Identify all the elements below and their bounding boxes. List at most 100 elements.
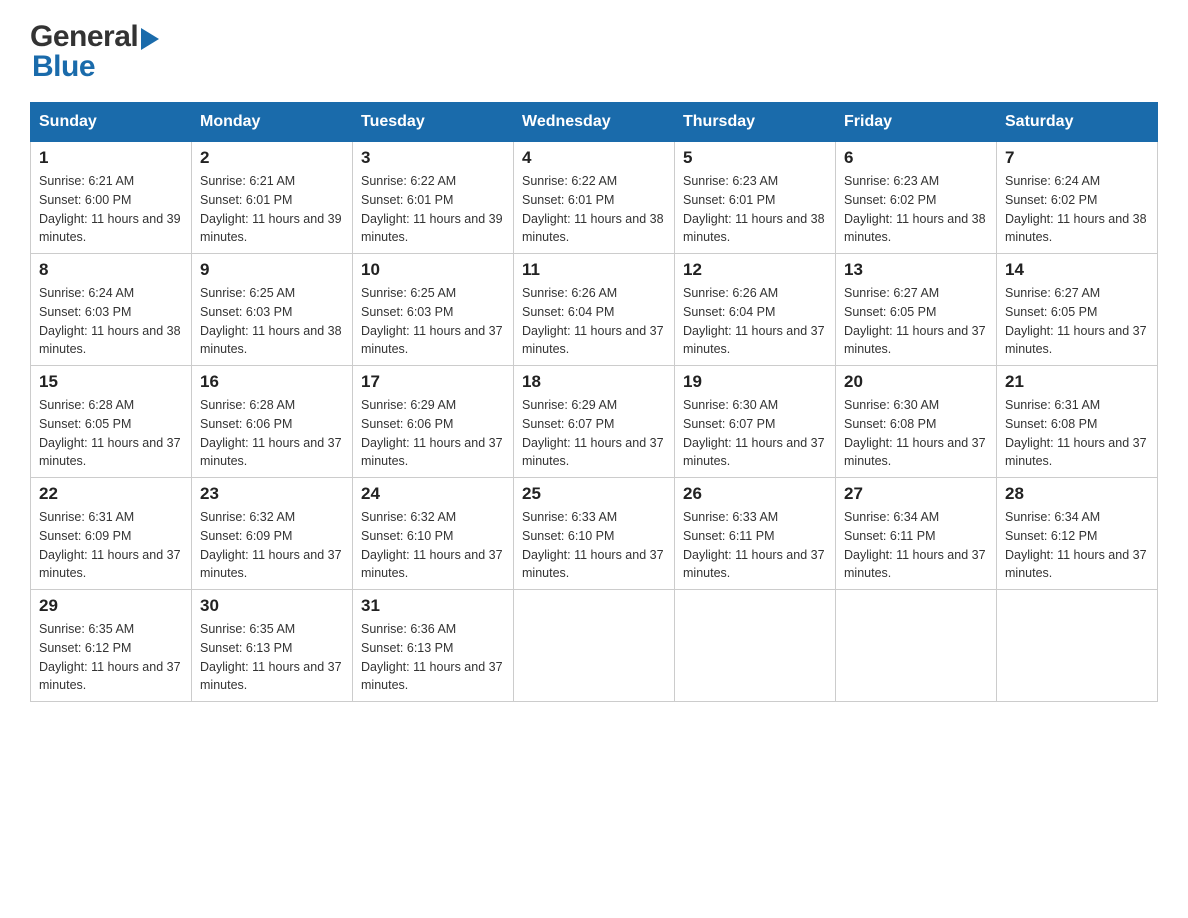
day-number: 4	[522, 148, 666, 168]
day-number: 8	[39, 260, 183, 280]
calendar-cell: 15 Sunrise: 6:28 AMSunset: 6:05 PMDaylig…	[31, 366, 192, 478]
day-number: 23	[200, 484, 344, 504]
day-info: Sunrise: 6:24 AMSunset: 6:02 PMDaylight:…	[1005, 174, 1147, 244]
calendar-cell: 4 Sunrise: 6:22 AMSunset: 6:01 PMDayligh…	[514, 142, 675, 254]
logo-general-text: General	[30, 20, 138, 54]
day-info: Sunrise: 6:27 AMSunset: 6:05 PMDaylight:…	[844, 286, 986, 356]
calendar-cell	[675, 590, 836, 702]
calendar-cell: 28 Sunrise: 6:34 AMSunset: 6:12 PMDaylig…	[997, 478, 1158, 590]
day-info: Sunrise: 6:28 AMSunset: 6:06 PMDaylight:…	[200, 398, 342, 468]
day-info: Sunrise: 6:29 AMSunset: 6:06 PMDaylight:…	[361, 398, 503, 468]
calendar-cell	[997, 590, 1158, 702]
day-info: Sunrise: 6:30 AMSunset: 6:08 PMDaylight:…	[844, 398, 986, 468]
day-number: 21	[1005, 372, 1149, 392]
day-info: Sunrise: 6:27 AMSunset: 6:05 PMDaylight:…	[1005, 286, 1147, 356]
header-friday: Friday	[836, 103, 997, 142]
calendar-table: SundayMondayTuesdayWednesdayThursdayFrid…	[30, 102, 1158, 702]
calendar-cell: 20 Sunrise: 6:30 AMSunset: 6:08 PMDaylig…	[836, 366, 997, 478]
day-info: Sunrise: 6:35 AMSunset: 6:12 PMDaylight:…	[39, 622, 181, 692]
day-info: Sunrise: 6:25 AMSunset: 6:03 PMDaylight:…	[200, 286, 342, 356]
day-number: 16	[200, 372, 344, 392]
calendar-cell: 22 Sunrise: 6:31 AMSunset: 6:09 PMDaylig…	[31, 478, 192, 590]
logo-triangle-icon	[141, 28, 159, 50]
calendar-header-row: SundayMondayTuesdayWednesdayThursdayFrid…	[31, 103, 1158, 142]
day-info: Sunrise: 6:34 AMSunset: 6:11 PMDaylight:…	[844, 510, 986, 580]
calendar-cell	[514, 590, 675, 702]
day-number: 31	[361, 596, 505, 616]
calendar-week-row: 8 Sunrise: 6:24 AMSunset: 6:03 PMDayligh…	[31, 254, 1158, 366]
calendar-cell: 23 Sunrise: 6:32 AMSunset: 6:09 PMDaylig…	[192, 478, 353, 590]
day-info: Sunrise: 6:25 AMSunset: 6:03 PMDaylight:…	[361, 286, 503, 356]
day-number: 20	[844, 372, 988, 392]
logo: General Blue	[30, 20, 159, 84]
day-number: 27	[844, 484, 988, 504]
calendar-cell: 30 Sunrise: 6:35 AMSunset: 6:13 PMDaylig…	[192, 590, 353, 702]
day-number: 9	[200, 260, 344, 280]
day-info: Sunrise: 6:29 AMSunset: 6:07 PMDaylight:…	[522, 398, 664, 468]
day-info: Sunrise: 6:34 AMSunset: 6:12 PMDaylight:…	[1005, 510, 1147, 580]
calendar-cell: 27 Sunrise: 6:34 AMSunset: 6:11 PMDaylig…	[836, 478, 997, 590]
day-number: 22	[39, 484, 183, 504]
calendar-cell: 7 Sunrise: 6:24 AMSunset: 6:02 PMDayligh…	[997, 142, 1158, 254]
calendar-cell: 29 Sunrise: 6:35 AMSunset: 6:12 PMDaylig…	[31, 590, 192, 702]
day-number: 18	[522, 372, 666, 392]
day-number: 30	[200, 596, 344, 616]
day-number: 12	[683, 260, 827, 280]
day-info: Sunrise: 6:23 AMSunset: 6:02 PMDaylight:…	[844, 174, 986, 244]
day-info: Sunrise: 6:35 AMSunset: 6:13 PMDaylight:…	[200, 622, 342, 692]
day-info: Sunrise: 6:32 AMSunset: 6:09 PMDaylight:…	[200, 510, 342, 580]
day-info: Sunrise: 6:30 AMSunset: 6:07 PMDaylight:…	[683, 398, 825, 468]
calendar-cell: 6 Sunrise: 6:23 AMSunset: 6:02 PMDayligh…	[836, 142, 997, 254]
calendar-cell: 10 Sunrise: 6:25 AMSunset: 6:03 PMDaylig…	[353, 254, 514, 366]
calendar-cell: 12 Sunrise: 6:26 AMSunset: 6:04 PMDaylig…	[675, 254, 836, 366]
day-number: 24	[361, 484, 505, 504]
calendar-cell: 13 Sunrise: 6:27 AMSunset: 6:05 PMDaylig…	[836, 254, 997, 366]
calendar-week-row: 22 Sunrise: 6:31 AMSunset: 6:09 PMDaylig…	[31, 478, 1158, 590]
day-number: 1	[39, 148, 183, 168]
calendar-cell: 3 Sunrise: 6:22 AMSunset: 6:01 PMDayligh…	[353, 142, 514, 254]
header-wednesday: Wednesday	[514, 103, 675, 142]
header-sunday: Sunday	[31, 103, 192, 142]
day-info: Sunrise: 6:24 AMSunset: 6:03 PMDaylight:…	[39, 286, 181, 356]
calendar-week-row: 15 Sunrise: 6:28 AMSunset: 6:05 PMDaylig…	[31, 366, 1158, 478]
calendar-cell: 25 Sunrise: 6:33 AMSunset: 6:10 PMDaylig…	[514, 478, 675, 590]
header-monday: Monday	[192, 103, 353, 142]
calendar-cell: 18 Sunrise: 6:29 AMSunset: 6:07 PMDaylig…	[514, 366, 675, 478]
calendar-cell: 8 Sunrise: 6:24 AMSunset: 6:03 PMDayligh…	[31, 254, 192, 366]
day-number: 6	[844, 148, 988, 168]
day-info: Sunrise: 6:32 AMSunset: 6:10 PMDaylight:…	[361, 510, 503, 580]
calendar-week-row: 1 Sunrise: 6:21 AMSunset: 6:00 PMDayligh…	[31, 142, 1158, 254]
day-info: Sunrise: 6:26 AMSunset: 6:04 PMDaylight:…	[522, 286, 664, 356]
calendar-cell: 24 Sunrise: 6:32 AMSunset: 6:10 PMDaylig…	[353, 478, 514, 590]
day-number: 2	[200, 148, 344, 168]
calendar-cell: 1 Sunrise: 6:21 AMSunset: 6:00 PMDayligh…	[31, 142, 192, 254]
day-info: Sunrise: 6:31 AMSunset: 6:09 PMDaylight:…	[39, 510, 181, 580]
calendar-cell: 21 Sunrise: 6:31 AMSunset: 6:08 PMDaylig…	[997, 366, 1158, 478]
day-number: 17	[361, 372, 505, 392]
day-number: 13	[844, 260, 988, 280]
calendar-cell: 9 Sunrise: 6:25 AMSunset: 6:03 PMDayligh…	[192, 254, 353, 366]
day-number: 15	[39, 372, 183, 392]
calendar-cell: 17 Sunrise: 6:29 AMSunset: 6:06 PMDaylig…	[353, 366, 514, 478]
header-saturday: Saturday	[997, 103, 1158, 142]
day-info: Sunrise: 6:31 AMSunset: 6:08 PMDaylight:…	[1005, 398, 1147, 468]
day-info: Sunrise: 6:26 AMSunset: 6:04 PMDaylight:…	[683, 286, 825, 356]
calendar-cell: 11 Sunrise: 6:26 AMSunset: 6:04 PMDaylig…	[514, 254, 675, 366]
day-number: 19	[683, 372, 827, 392]
calendar-cell: 5 Sunrise: 6:23 AMSunset: 6:01 PMDayligh…	[675, 142, 836, 254]
day-number: 10	[361, 260, 505, 280]
calendar-cell: 16 Sunrise: 6:28 AMSunset: 6:06 PMDaylig…	[192, 366, 353, 478]
day-info: Sunrise: 6:23 AMSunset: 6:01 PMDaylight:…	[683, 174, 825, 244]
calendar-cell	[836, 590, 997, 702]
day-info: Sunrise: 6:22 AMSunset: 6:01 PMDaylight:…	[361, 174, 503, 244]
day-info: Sunrise: 6:33 AMSunset: 6:10 PMDaylight:…	[522, 510, 664, 580]
day-info: Sunrise: 6:21 AMSunset: 6:00 PMDaylight:…	[39, 174, 181, 244]
calendar-cell: 31 Sunrise: 6:36 AMSunset: 6:13 PMDaylig…	[353, 590, 514, 702]
day-info: Sunrise: 6:28 AMSunset: 6:05 PMDaylight:…	[39, 398, 181, 468]
header-tuesday: Tuesday	[353, 103, 514, 142]
day-number: 26	[683, 484, 827, 504]
day-number: 7	[1005, 148, 1149, 168]
day-number: 3	[361, 148, 505, 168]
calendar-week-row: 29 Sunrise: 6:35 AMSunset: 6:12 PMDaylig…	[31, 590, 1158, 702]
calendar-cell: 14 Sunrise: 6:27 AMSunset: 6:05 PMDaylig…	[997, 254, 1158, 366]
